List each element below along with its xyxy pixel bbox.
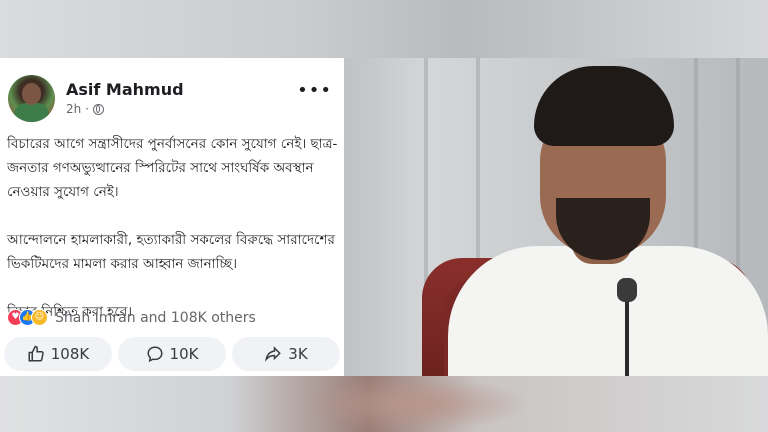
microphone-icon [617, 278, 637, 302]
comment-button[interactable]: 10K [118, 337, 226, 371]
share-count: 3K [288, 345, 308, 363]
thumbs-up-icon [28, 345, 44, 362]
haha-reaction-icon: ☺ [31, 309, 48, 326]
avatar[interactable] [8, 75, 55, 122]
avatar-face [22, 83, 41, 105]
comment-icon [147, 346, 163, 363]
reaction-icons: ♥ 👍 ☺ [7, 309, 48, 326]
person-hair [534, 66, 674, 146]
share-icon [265, 346, 282, 362]
reactions-text: Shah Imran and 108K others [55, 309, 256, 326]
post-text: বিচারের আগে সন্ত্রাসীদের পুনর্বাসনের কোন… [7, 136, 338, 320]
reactions-summary[interactable]: ♥ 👍 ☺ Shah Imran and 108K others [7, 309, 256, 326]
post-actions: 108K 10K 3K [4, 337, 340, 371]
more-options-button[interactable]: ••• [297, 80, 332, 101]
meta-separator: · [85, 102, 90, 116]
blurred-background-blob [300, 376, 530, 432]
like-count: 108K [50, 345, 90, 363]
blurred-background-top [0, 0, 768, 58]
microphone-stem [625, 294, 629, 376]
person-white-shirt [448, 246, 768, 376]
comment-count: 10K [169, 345, 199, 363]
author-name[interactable]: Asif Mahmud [66, 80, 184, 99]
post-meta: 2h · [66, 102, 105, 116]
avatar-shirt [14, 103, 49, 122]
like-button[interactable]: 108K [4, 337, 112, 371]
share-button[interactable]: 3K [232, 337, 340, 371]
speaker-photo [344, 58, 768, 376]
facebook-post-card: Asif Mahmud 2h · ••• বিচারের আগে সন্ত্রা… [0, 58, 344, 376]
globe-icon [93, 103, 105, 115]
post-time[interactable]: 2h [66, 102, 81, 116]
